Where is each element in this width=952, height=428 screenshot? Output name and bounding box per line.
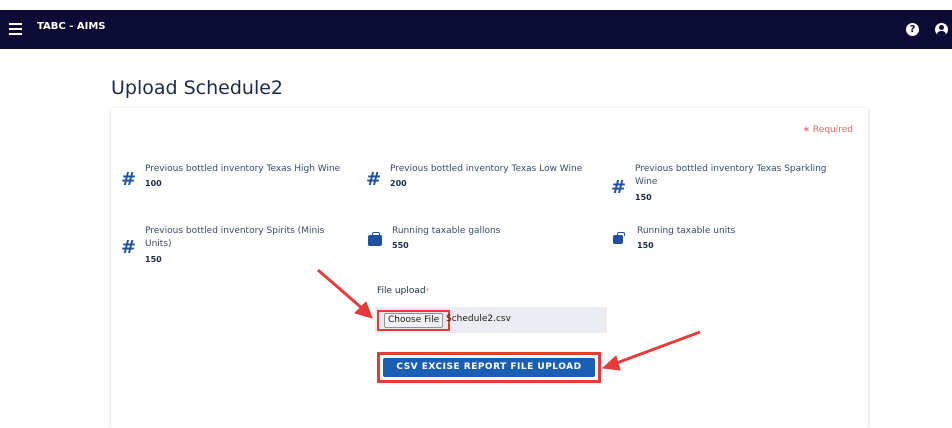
annotation-arrows bbox=[317, 268, 701, 371]
arrow-to-upload-button bbox=[601, 330, 701, 371]
arrow-to-choose-file bbox=[317, 268, 373, 319]
